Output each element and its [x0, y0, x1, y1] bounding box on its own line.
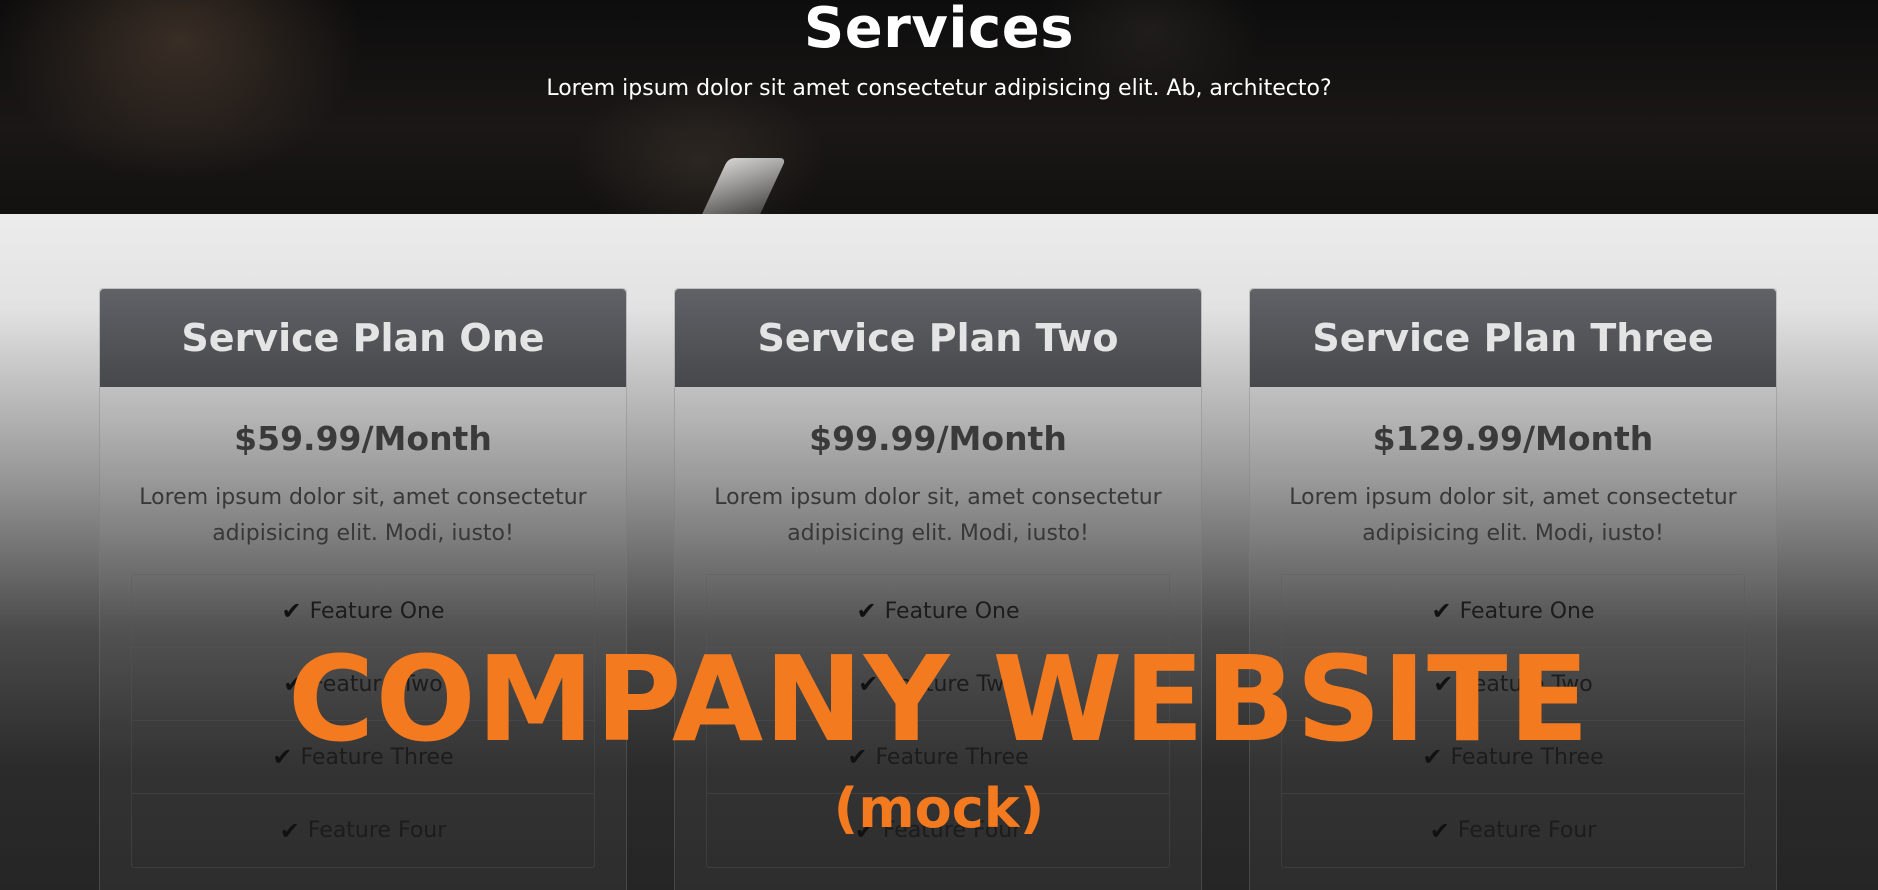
plan-name: Service Plan Three [1312, 316, 1714, 360]
plan-price: $129.99/Month [1372, 419, 1654, 458]
watermark-subtitle: (mock) [833, 777, 1045, 840]
check-icon: ✔ [856, 597, 877, 625]
card-header: Service Plan One [100, 289, 626, 387]
plan-price: $99.99/Month [809, 419, 1067, 458]
watermark-title: COMPANY WEBSITE [287, 630, 1591, 768]
check-icon: ✔ [1431, 597, 1452, 625]
plan-description: Lorem ipsum dolor sit, amet consectetur … [1289, 485, 1737, 546]
card-header: Service Plan Two [675, 289, 1201, 387]
plan-name: Service Plan One [181, 316, 545, 360]
plan-name: Service Plan Two [757, 316, 1119, 360]
check-icon: ✔ [281, 597, 302, 625]
hero-banner: Services Lorem ipsum dolor sit amet cons… [0, 0, 1878, 214]
feature-label: Feature One [1459, 598, 1595, 624]
plan-price: $59.99/Month [234, 419, 492, 458]
plan-description: Lorem ipsum dolor sit, amet consectetur … [714, 485, 1162, 546]
feature-label: Feature One [309, 598, 445, 624]
page-title: Services [803, 0, 1075, 61]
card-header: Service Plan Three [1250, 289, 1776, 387]
feature-label: Feature One [884, 598, 1020, 624]
hero-background-highlight [695, 158, 787, 214]
page-subtitle: Lorem ipsum dolor sit amet consectetur a… [546, 76, 1332, 101]
plan-description: Lorem ipsum dolor sit, amet consectetur … [139, 485, 587, 546]
